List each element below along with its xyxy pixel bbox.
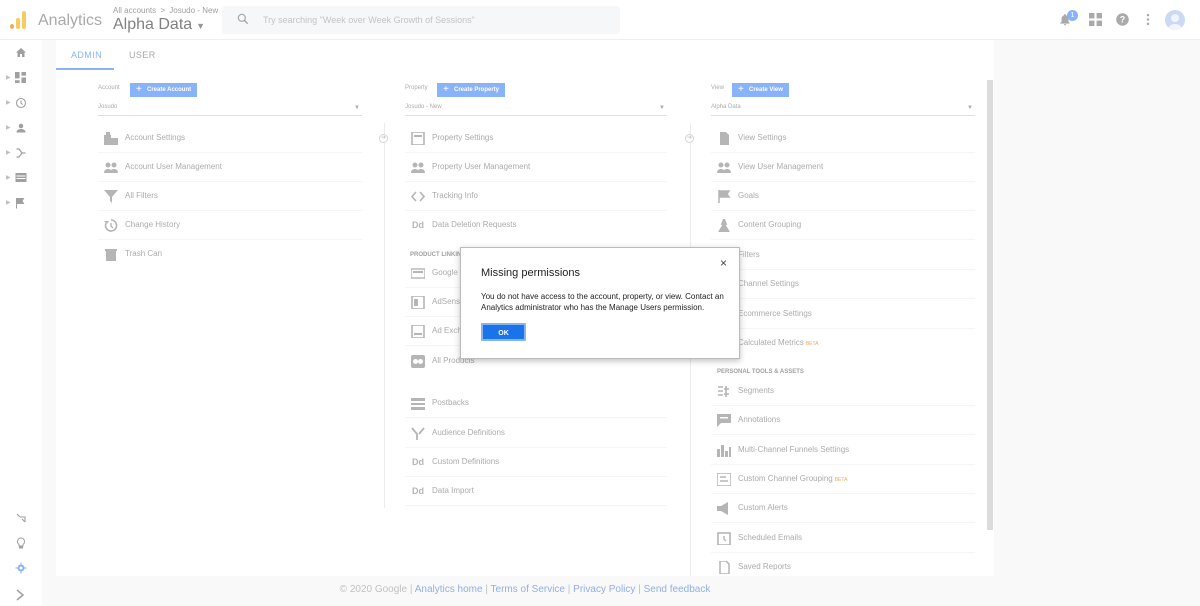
ok-button[interactable]: OK bbox=[481, 323, 526, 341]
dialog-title: Missing permissions bbox=[481, 267, 581, 279]
dialog-message: You do not have access to the account, p… bbox=[481, 292, 724, 312]
close-icon[interactable]: × bbox=[720, 256, 727, 270]
missing-permissions-dialog: Missing permissions × You do not have ac… bbox=[460, 247, 740, 359]
